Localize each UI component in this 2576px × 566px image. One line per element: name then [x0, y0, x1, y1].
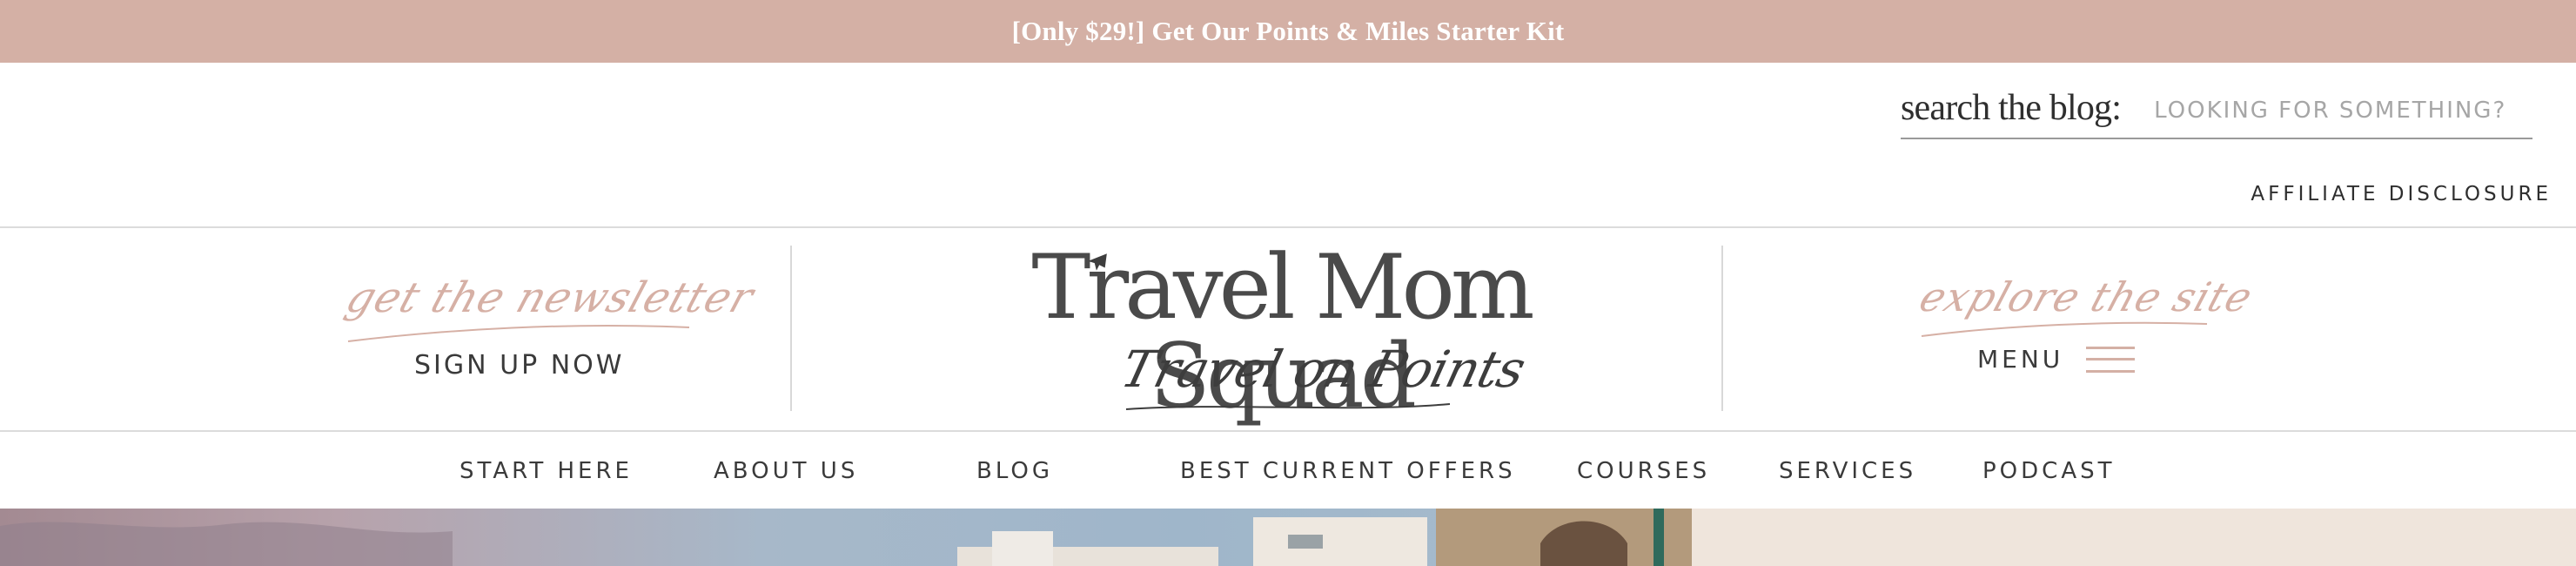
primary-nav: START HERE ABOUT US BLOG BEST CURRENT OF…: [0, 432, 2576, 509]
brand-divider-left: [790, 246, 792, 411]
brand-divider-right: [1721, 246, 1723, 411]
search-input[interactable]: [2154, 93, 2520, 128]
signup-now-link[interactable]: SIGN UP NOW: [414, 350, 624, 381]
promo-text[interactable]: [Only $29!] Get Our Points & Miles Start…: [1012, 16, 1565, 47]
affiliate-disclosure-link[interactable]: AFFILIATE DISCLOSURE: [2251, 183, 2552, 206]
search-label: search the blog:: [1901, 88, 2122, 128]
promo-banner[interactable]: [Only $29!] Get Our Points & Miles Start…: [0, 0, 2576, 63]
brand-row: get the newsletter SIGN UP NOW Travel Mo…: [0, 228, 2576, 430]
nav-blog[interactable]: BLOG: [976, 458, 1053, 484]
airplane-icon: [1088, 253, 1107, 271]
tagline-swash: [1125, 403, 1451, 410]
nav-podcast[interactable]: PODCAST: [1982, 458, 2116, 484]
hamburger-icon: [2086, 346, 2136, 373]
nav-services[interactable]: SERVICES: [1779, 458, 1916, 484]
nav-best-current-offers[interactable]: BEST CURRENT OFFERS: [1180, 458, 1516, 484]
explore-script-heading: explore the site: [1914, 273, 2259, 320]
nav-start-here[interactable]: START HERE: [460, 458, 633, 484]
nav-about-us[interactable]: ABOUT US: [714, 458, 858, 484]
hero-image: [0, 509, 1692, 566]
newsletter-script-heading: get the newsletter: [339, 273, 761, 322]
nav-courses[interactable]: COURSES: [1577, 458, 1710, 484]
explore-swash: [1921, 321, 2208, 337]
blog-search: search the blog:: [1901, 84, 2532, 139]
menu-label: MENU: [1977, 345, 2064, 374]
hero-side-panel: [1692, 509, 2576, 566]
menu-button[interactable]: MENU: [1977, 345, 2136, 374]
newsletter-swash: [347, 325, 690, 342]
logo-tagline: Travel on Points: [1115, 340, 1531, 399]
